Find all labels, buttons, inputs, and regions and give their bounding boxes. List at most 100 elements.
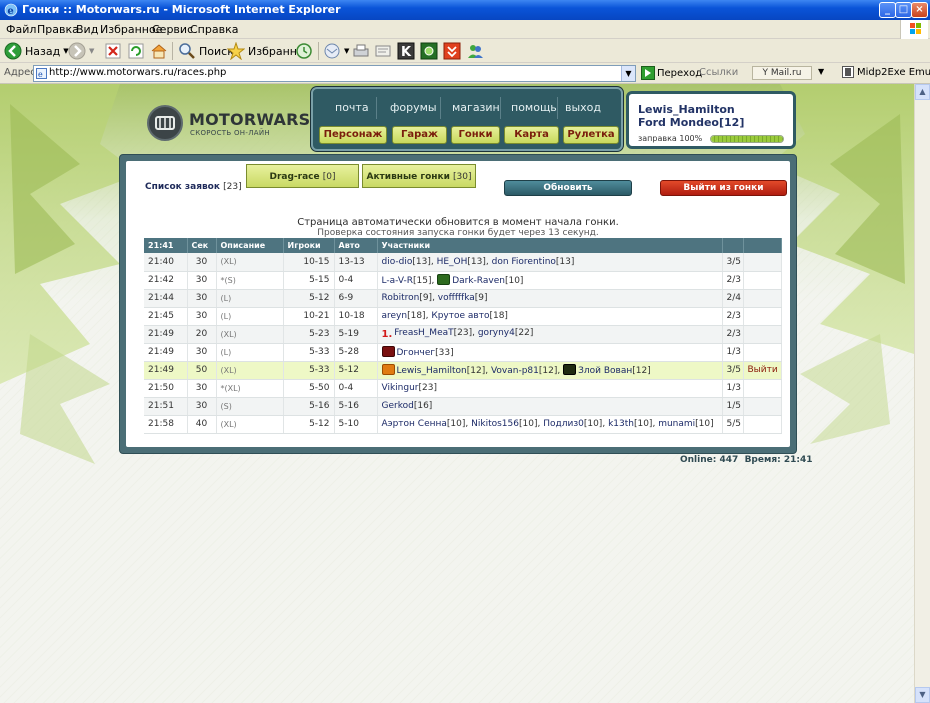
back-label: Назад [25,44,61,58]
participant-level: [10] [695,419,714,429]
tab-active-races[interactable]: Активные гонки [30] [362,164,476,188]
clan-icon[interactable] [563,364,577,375]
tab-drag-race[interactable]: Drag-race [0] [246,164,359,188]
participant-link[interactable]: FreasH_MeaT [394,328,453,338]
mail-button[interactable]: ▼ [323,41,349,61]
exit-race-button[interactable]: Выйти из гонки [660,180,787,196]
player-car[interactable]: Ford Mondeo[12] [638,116,744,129]
roulette-button[interactable]: Рулетка [563,126,619,144]
participant-link[interactable]: dio-dio [382,257,413,267]
participant-link[interactable]: areyn [382,311,408,321]
clan-icon[interactable] [381,364,395,375]
participant-link[interactable]: Vikingur [382,383,419,393]
tab-requests-list[interactable]: Список заявок [23] [145,182,242,192]
race-seconds: 30 [187,397,217,416]
search-button[interactable]: Поиск [178,41,234,61]
address-input[interactable]: e http://www.motorwars.ru/races.php ▼ [33,65,636,82]
race-description: (S) [216,397,284,416]
participant-link[interactable]: Подлиз0 [543,419,584,429]
nav-mail[interactable]: почта [335,101,369,114]
minimize-button[interactable]: _ [879,2,896,18]
messenger-button[interactable] [466,41,484,61]
forward-dropdown-icon[interactable]: ▼ [89,47,94,55]
participant-link[interactable]: Lewis_Hamilton [397,366,467,376]
site-logo[interactable]: MOTORWARS.RU СКОРОСТЬ ОН-ЛАЙН [125,90,342,158]
races-button[interactable]: Гонки [451,126,500,144]
race-participants: Lewis_Hamilton[12], Vovan-p81[12], Злой … [377,361,723,380]
participant-link[interactable]: Nikitos156 [471,419,519,429]
participant-link[interactable]: vofffffka [438,293,475,303]
participant-link[interactable]: don Fiorentino [492,257,556,267]
scroll-up-icon[interactable]: ▲ [915,84,930,100]
menu-tools[interactable]: Сервис [152,23,193,36]
back-button[interactable]: Назад ▼ [4,41,69,61]
refresh-browser-button[interactable] [127,41,145,61]
participant-link[interactable]: munami [658,419,695,429]
menu-view[interactable]: Вид [76,23,98,36]
race-action [743,397,782,416]
svg-text:e: e [7,6,13,17]
participant-link[interactable]: Аэртон Сенна [382,419,447,429]
menu-edit[interactable]: Правка [37,23,79,36]
garage-button[interactable]: Гараж [392,126,447,144]
links-button[interactable]: Ссылки [699,67,738,78]
participant-link[interactable]: Dгончег [397,348,436,358]
maximize-button[interactable]: □ [895,2,912,18]
menu-help[interactable]: Справка [190,23,238,36]
race-players-range: 5-33 [283,343,335,362]
participant-link[interactable]: Dark-Raven [452,276,505,286]
player-name[interactable]: Lewis_Hamilton [638,103,735,116]
go-button[interactable]: Переход [641,66,702,80]
race-players-range: 10-21 [283,307,335,326]
nav-shop[interactable]: магазин [452,101,500,114]
midp-emulator-button[interactable]: Midp2Exe Emulator [842,66,930,78]
refresh-button[interactable]: Обновить [504,180,632,196]
home-button[interactable] [150,41,168,61]
nav-logout[interactable]: выход [565,101,601,114]
clan-icon[interactable] [437,274,451,285]
address-dropdown-icon[interactable]: ▼ [621,66,635,81]
race-count: 1/3 [722,379,744,398]
participant-link[interactable]: Крутое авто [431,311,489,321]
nav-help[interactable]: помощь [511,101,557,114]
edit-button[interactable] [374,41,392,61]
participant-link[interactable]: Robitron [382,293,420,303]
race-action [743,307,782,326]
participant-link[interactable]: k13th [608,419,634,429]
download-tool-button[interactable] [443,41,461,61]
table-row: 21:45 30 (L) 10-21 10-18 areyn[18], Крутое ав… [144,307,782,326]
race-action[interactable]: Выйти » [743,361,782,380]
clan-icon[interactable]: 1. [382,329,393,340]
race-auto-range: 5-28 [334,343,378,362]
k-tool-button[interactable]: K [397,41,415,61]
print-button[interactable] [352,41,370,61]
forward-button[interactable]: ▼ [68,41,94,61]
character-button[interactable]: Персонаж [319,126,387,144]
clan-icon[interactable] [381,346,395,357]
links-dropdown-icon[interactable]: ▼ [818,67,824,76]
nav-forums[interactable]: форумы [390,101,437,114]
participant-link[interactable]: HE_OH [437,257,468,267]
vertical-scrollbar[interactable]: ▲ ▼ [914,84,930,703]
participant-link[interactable]: goryny4 [478,328,515,338]
stop-button[interactable] [104,41,122,61]
race-count: 3/5 [722,361,744,380]
gear-tool-button[interactable] [420,41,438,61]
refresh-icon [128,43,144,59]
scroll-down-icon[interactable]: ▼ [915,687,930,703]
menu-file[interactable]: Файл [6,23,36,36]
participant-link[interactable]: Vovan-p81 [491,366,539,376]
participant-link[interactable]: Злой Вован [578,366,632,376]
participant-link[interactable]: Gerkod [382,401,414,411]
mailru-toolbar[interactable]: Y Mail.ru [752,66,812,80]
close-button[interactable]: × [911,2,928,18]
title-bar[interactable]: e Гонки :: Motorwars.ru - Microsoft Inte… [0,0,930,20]
participant-link[interactable]: L-a-V-R [382,276,413,286]
tab-drag-count: [0] [322,172,336,182]
history-button[interactable] [295,41,313,61]
race-time: 21:51 [144,397,188,416]
mail-dropdown-icon[interactable]: ▼ [344,47,349,55]
participant-level: [18] [489,311,508,321]
leave-race-link[interactable]: Выйти » [748,365,781,375]
map-button[interactable]: Карта [504,126,559,144]
